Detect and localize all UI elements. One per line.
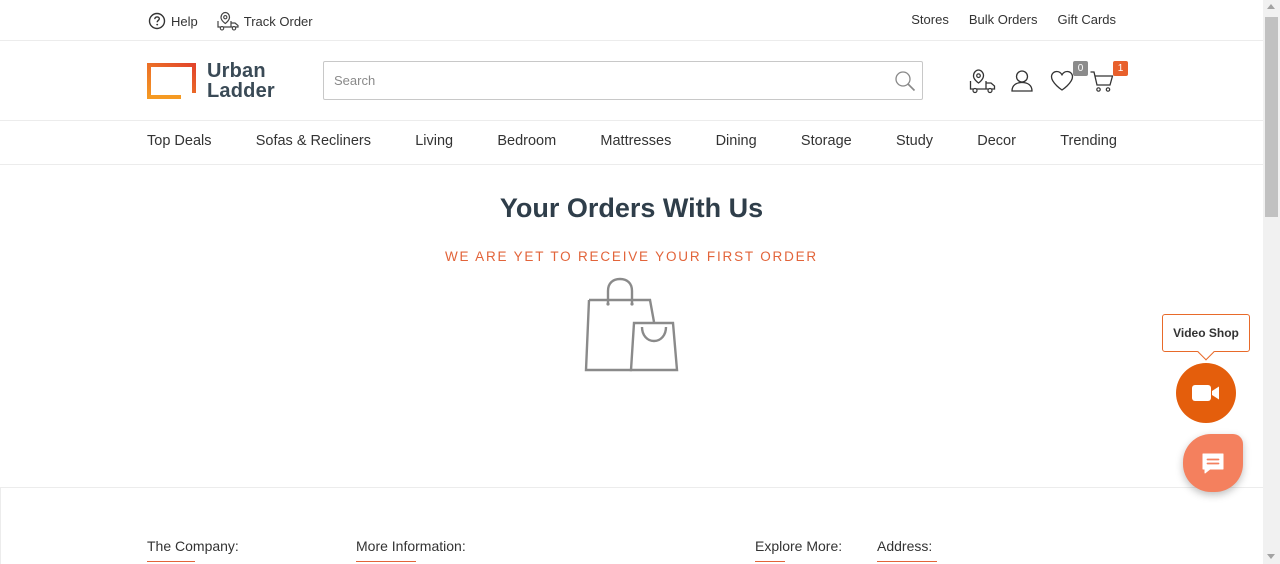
nav-item-dining[interactable]: Dining	[716, 133, 757, 149]
footer-divider	[147, 561, 195, 562]
search-input[interactable]	[324, 62, 884, 99]
footer-heading-explore: Explore More:	[755, 538, 843, 554]
nav-item-trending[interactable]: Trending	[1060, 133, 1117, 149]
wishlist-button[interactable]: 0	[1049, 61, 1088, 94]
header: Urban Ladder Search 0 1	[0, 41, 1263, 121]
delivery-truck-icon	[217, 11, 239, 31]
help-link[interactable]: Help	[148, 12, 198, 30]
utility-left: Help Track Order	[148, 11, 332, 31]
track-order-link[interactable]: Track Order	[217, 11, 313, 31]
nav-item-study[interactable]: Study	[896, 133, 933, 149]
empty-orders-message: WE ARE YET TO RECEIVE YOUR FIRST ORDER	[445, 249, 818, 264]
video-camera-icon	[1192, 385, 1219, 401]
track-truck-button[interactable]	[969, 68, 996, 94]
footer-col-more-info: More Information:	[356, 538, 466, 562]
shopping-bags-icon	[584, 277, 679, 372]
utility-right: Stores Bulk Orders Gift Cards	[911, 12, 1116, 27]
footer-divider	[356, 561, 416, 562]
footer-heading-address: Address:	[877, 538, 933, 554]
profile-button[interactable]	[1009, 68, 1035, 94]
logo-wordmark: Urban Ladder	[207, 61, 275, 101]
gift-cards-link[interactable]: Gift Cards	[1057, 12, 1116, 27]
nav-item-living[interactable]: Living	[415, 133, 453, 149]
nav-item-decor[interactable]: Decor	[977, 133, 1016, 149]
cart-icon	[1090, 71, 1114, 92]
footer-heading-company: The Company:	[147, 538, 239, 554]
search-box	[323, 61, 923, 100]
logo-mark-icon	[147, 63, 196, 99]
help-label: Help	[171, 13, 198, 29]
cart-count-badge: 1	[1113, 61, 1128, 76]
question-circle-icon	[148, 12, 166, 30]
header-icons: 0 1	[969, 61, 1128, 94]
heart-icon	[1050, 70, 1074, 91]
logo-line-1: Urban	[207, 60, 266, 82]
cart-button[interactable]: 1	[1089, 61, 1128, 94]
nav-item-top-deals[interactable]: Top Deals	[147, 133, 211, 149]
video-shop-tooltip[interactable]: Video Shop	[1162, 314, 1250, 352]
search-icon[interactable]	[894, 70, 916, 92]
scrollbar-thumb[interactable]	[1265, 17, 1278, 217]
track-order-label: Track Order	[243, 13, 313, 29]
scroll-up-arrow-icon[interactable]	[1267, 4, 1275, 9]
wishlist-count-badge: 0	[1073, 61, 1088, 76]
track-truck-icon	[969, 69, 996, 94]
footer-divider	[877, 561, 937, 562]
footer-col-company: The Company:	[147, 538, 239, 562]
chat-bubble-icon	[1202, 453, 1224, 474]
utility-bar: Help Track Order Stores Bulk Orders Gift…	[0, 0, 1263, 41]
footer-col-explore: Explore More:	[755, 538, 842, 562]
nav-item-mattresses[interactable]: Mattresses	[600, 133, 671, 149]
scroll-down-arrow-icon[interactable]	[1267, 554, 1275, 559]
footer-col-address: Address:	[877, 538, 937, 562]
page-title: Your Orders With Us	[499, 193, 764, 223]
nav-item-sofas-recliners[interactable]: Sofas & Recliners	[256, 133, 371, 149]
nav-item-bedroom[interactable]: Bedroom	[497, 133, 556, 149]
user-icon	[1011, 70, 1033, 92]
logo-line-2: Ladder	[207, 80, 275, 102]
footer-divider	[755, 561, 785, 562]
category-nav: Top Deals Sofas & Recliners Living Bedro…	[0, 121, 1263, 165]
footer: The Company: More Information: Explore M…	[0, 487, 1263, 564]
chat-button[interactable]	[1183, 434, 1243, 492]
urban-ladder-logo[interactable]: Urban Ladder	[147, 61, 275, 101]
page-scrollbar[interactable]	[1263, 0, 1280, 564]
nav-item-storage[interactable]: Storage	[801, 133, 852, 149]
stores-link[interactable]: Stores	[911, 12, 949, 27]
footer-heading-more-info: More Information:	[356, 538, 466, 554]
page: Help Track Order Stores Bulk Orders Gift…	[0, 0, 1263, 564]
bulk-orders-link[interactable]: Bulk Orders	[969, 12, 1038, 27]
category-list: Top Deals Sofas & Recliners Living Bedro…	[147, 133, 1117, 149]
video-shop-button[interactable]	[1176, 363, 1236, 423]
